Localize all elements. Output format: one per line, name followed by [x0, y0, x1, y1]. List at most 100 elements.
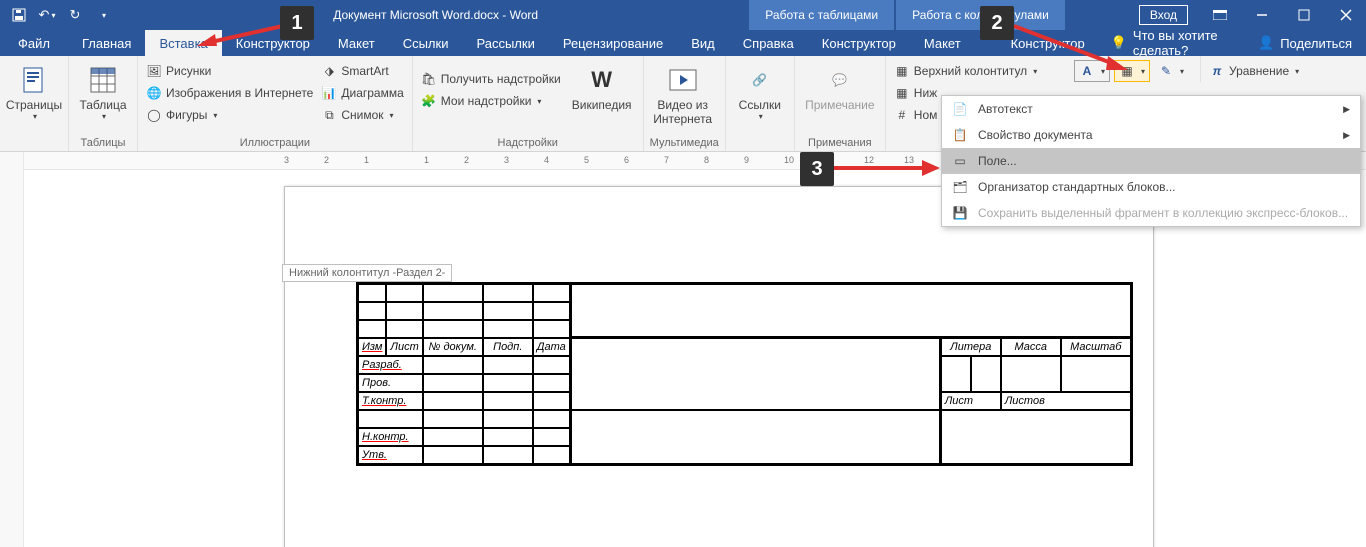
header-icon: ▦: [894, 63, 910, 79]
online-pictures-button[interactable]: 🌐Изображения в Интернете: [144, 82, 315, 104]
vertical-ruler[interactable]: [0, 152, 24, 547]
equation-button[interactable]: πУравнение▾: [1207, 60, 1301, 82]
undo-icon[interactable]: ↶▾: [36, 4, 58, 26]
callout-2: 2: [980, 6, 1014, 40]
quick-access-toolbar: ↶▾ ↻ ▾: [0, 4, 122, 26]
my-addins-button[interactable]: 🧩Мои надстройки▾: [419, 90, 563, 112]
online-picture-icon: 🌐: [146, 85, 162, 101]
minimize-icon[interactable]: [1242, 0, 1282, 30]
docprop-icon: 📋: [952, 127, 968, 143]
tab-help[interactable]: Справка: [729, 30, 808, 56]
close-icon[interactable]: [1326, 0, 1366, 30]
shapes-button[interactable]: ◯Фигуры▾: [144, 104, 315, 126]
pictures-button[interactable]: 🖼Рисунки: [144, 60, 315, 82]
tb-razrab: Разраб.: [358, 356, 423, 374]
tb-nkontr: Н.контр.: [358, 428, 423, 446]
autotext-icon: 📄: [952, 101, 968, 117]
smartart-button[interactable]: ⬗SmartArt: [319, 60, 405, 82]
group-media: Видео из Интернета Мультимедиа: [644, 56, 726, 151]
equation-icon: π: [1209, 63, 1225, 79]
callout-3: 3: [800, 152, 834, 186]
tab-file[interactable]: Файл: [0, 30, 68, 56]
arrow-1: [195, 22, 285, 48]
dd-field[interactable]: ▭Поле...: [942, 148, 1360, 174]
comment-button[interactable]: 💬 Примечание: [801, 60, 879, 112]
tell-me-label: Что вы хотите сделать?: [1133, 28, 1232, 58]
smartart-icon: ⬗: [321, 63, 337, 79]
store-icon: 🛍: [421, 71, 437, 87]
footer-section-tag: Нижний колонтитул -Раздел 2-: [282, 264, 452, 282]
tb-massa: Масса: [1001, 338, 1061, 356]
group-illus-label: Иллюстрации: [144, 135, 406, 151]
arrow-2: [1010, 22, 1130, 72]
tb-izm: Изм: [358, 338, 386, 356]
tb-listov: Листов: [1001, 392, 1131, 410]
callout-1: 1: [280, 6, 314, 40]
wikipedia-icon: W: [586, 64, 618, 96]
document-title: Документ Microsoft Word.docx - Word: [122, 8, 749, 22]
tab-view[interactable]: Вид: [677, 30, 729, 56]
group-illustrations: 🖼Рисунки 🌐Изображения в Интернете ◯Фигур…: [138, 56, 413, 151]
tab-home[interactable]: Главная: [68, 30, 145, 56]
video-icon: [667, 64, 699, 96]
qat-customize-icon[interactable]: ▾: [92, 4, 114, 26]
group-pages: Страницы▾: [0, 56, 69, 151]
ribbon-display-icon[interactable]: [1200, 0, 1240, 30]
dd-autotext[interactable]: 📄Автотекст▶: [942, 96, 1360, 122]
maximize-icon[interactable]: [1284, 0, 1324, 30]
get-addins-button[interactable]: 🛍Получить надстройки: [419, 68, 563, 90]
tab-ctx-design[interactable]: Конструктор: [808, 30, 910, 56]
screenshot-button[interactable]: ⧉Снимок▾: [319, 104, 405, 126]
quickparts-dropdown: 📄Автотекст▶ 📋Свойство документа▶ ▭Поле..…: [941, 95, 1361, 227]
tb-litera: Литера: [941, 338, 1001, 356]
table-button[interactable]: Таблица▾: [75, 60, 131, 121]
title-block-table[interactable]: Изм Лист № докум. Подп. Дата Литера Масс…: [356, 282, 1133, 466]
group-addins: 🛍Получить надстройки 🧩Мои надстройки▾ W …: [413, 56, 644, 151]
comment-icon: 💬: [824, 64, 856, 96]
addins-icon: 🧩: [421, 93, 437, 109]
tb-list: Лист: [386, 338, 422, 356]
tb-masshtab: Масштаб: [1061, 338, 1131, 356]
tb-data: Дата: [533, 338, 571, 356]
chart-button[interactable]: 📊Диаграмма: [319, 82, 405, 104]
organizer-icon: 🗂: [952, 179, 968, 195]
group-tables-label: Таблицы: [75, 135, 131, 151]
links-button[interactable]: 🔗 Ссылки▾: [732, 60, 788, 121]
dd-docprop[interactable]: 📋Свойство документа▶: [942, 122, 1360, 148]
save-icon[interactable]: [8, 4, 30, 26]
tab-references[interactable]: Ссылки: [389, 30, 463, 56]
online-video-button[interactable]: Видео из Интернета: [650, 60, 716, 126]
wikipedia-button[interactable]: W Википедия: [567, 60, 637, 112]
redo-icon[interactable]: ↻: [64, 4, 86, 26]
screenshot-icon: ⧉: [321, 107, 337, 123]
tab-ctx-layout[interactable]: Макет: [910, 30, 975, 56]
tb-docnum: № докум.: [423, 338, 483, 356]
group-media-label: Мультимедиа: [650, 135, 719, 151]
group-pages-label: [6, 147, 62, 151]
table-label: Таблица: [79, 98, 126, 112]
wordart-button[interactable]: ✎▾: [1154, 60, 1188, 82]
dd-save-selection: 💾Сохранить выделенный фрагмент в коллекц…: [942, 200, 1360, 226]
tb-tkontr: Т.контр.: [358, 392, 423, 410]
group-addins-label: Надстройки: [419, 135, 637, 151]
shapes-icon: ◯: [146, 107, 162, 123]
group-comments-label: Примечания: [801, 135, 879, 151]
share-button[interactable]: 👤 Поделиться: [1244, 30, 1366, 56]
tab-review[interactable]: Рецензирование: [549, 30, 677, 56]
chart-icon: 📊: [321, 85, 337, 101]
signin-button[interactable]: Вход: [1139, 5, 1188, 25]
save-selection-icon: 💾: [952, 205, 968, 221]
wordart-icon: ✎: [1158, 63, 1174, 79]
chevron-right-icon: ▶: [1343, 104, 1350, 115]
pagenum-icon: #: [894, 107, 910, 123]
dd-organizer[interactable]: 🗂Организатор стандартных блоков...: [942, 174, 1360, 200]
pages-label: Страницы: [6, 98, 62, 112]
tab-mailings[interactable]: Рассылки: [462, 30, 548, 56]
page-icon: [18, 64, 50, 96]
group-symbols: πУравнение▾: [1200, 56, 1307, 82]
share-label: Поделиться: [1280, 36, 1352, 51]
tb-prov: Пров.: [358, 374, 423, 392]
group-tables: Таблица▾ Таблицы: [69, 56, 138, 151]
pages-button[interactable]: Страницы▾: [6, 60, 62, 121]
tab-layout[interactable]: Макет: [324, 30, 389, 56]
